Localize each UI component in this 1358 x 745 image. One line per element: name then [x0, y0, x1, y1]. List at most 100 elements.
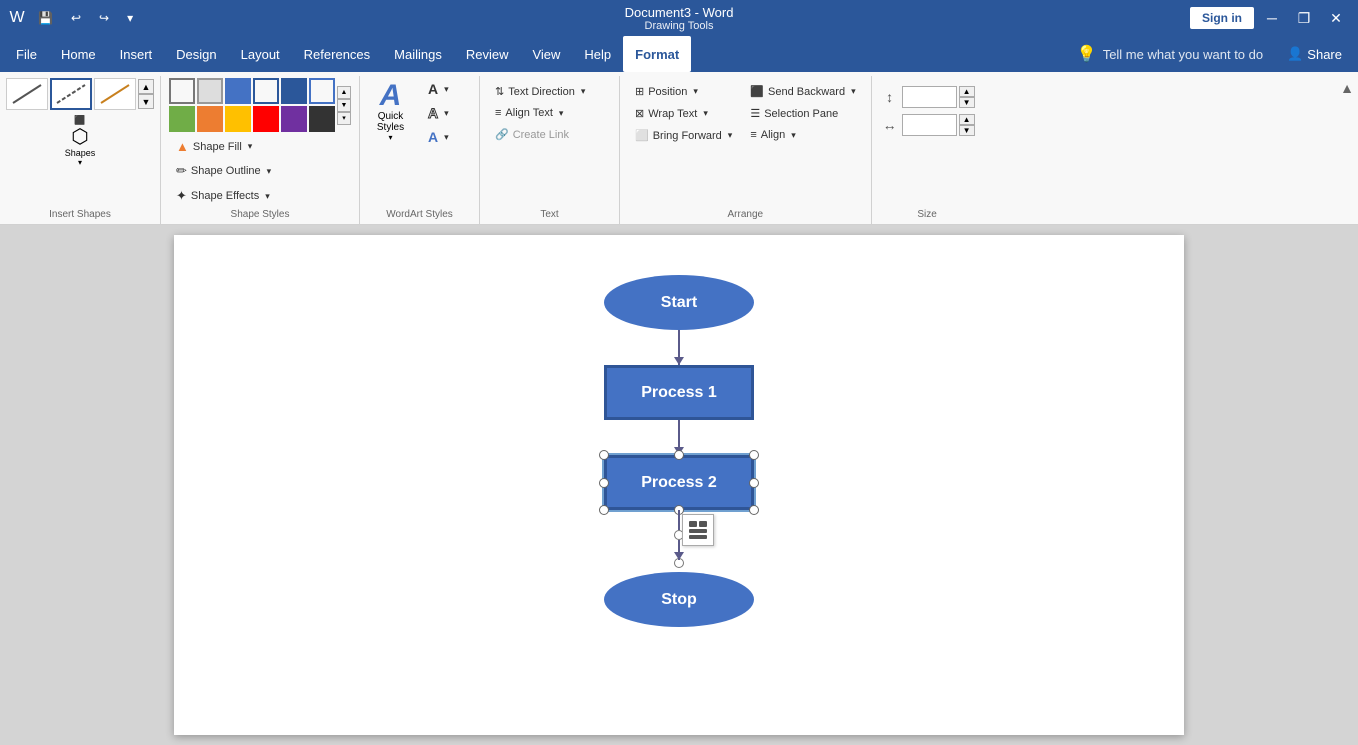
lightbulb-icon: 💡: [1077, 44, 1097, 64]
align-button[interactable]: ≡ Align ▾: [743, 126, 862, 144]
minimize-button[interactable]: ─: [1258, 4, 1286, 32]
styles-gallery-down[interactable]: ▼: [337, 99, 351, 112]
handle-br[interactable]: [749, 505, 759, 515]
height-up-button[interactable]: ▲: [959, 86, 975, 97]
selection-pane-label: Selection Pane: [764, 108, 838, 120]
shape-effects-button[interactable]: ✦ Shape Effects ▾: [169, 185, 278, 207]
shape-style-orange[interactable]: [197, 106, 223, 132]
menu-item-home[interactable]: Home: [49, 36, 108, 72]
selection-pane-button[interactable]: ☰ Selection Pane: [743, 104, 862, 123]
collapse-ribbon-area: ▲: [1336, 76, 1358, 224]
shape-fill-button[interactable]: ▲ Shape Fill ▾: [169, 136, 278, 157]
shape-style-green[interactable]: [169, 106, 195, 132]
sign-in-button[interactable]: Sign in: [1190, 7, 1254, 29]
height-down-button[interactable]: ▼: [959, 97, 975, 108]
text-outline-button[interactable]: A ▾: [421, 102, 456, 124]
styles-gallery-up[interactable]: ▲: [337, 86, 351, 99]
ribbon-group-wordart: A QuickStyles ▾ A ▾ A ▾: [360, 76, 480, 224]
bring-forward-arrow: ▾: [728, 130, 733, 141]
shape-style-diagonal-orange[interactable]: [94, 78, 136, 110]
text-direction-icon: ⇅: [495, 85, 504, 98]
shapes-button[interactable]: ⬛ ⬡ Shapes ▾: [58, 112, 103, 170]
collapse-ribbon-button[interactable]: ▲: [1340, 80, 1354, 96]
shape-style-black[interactable]: [309, 106, 335, 132]
text-fill-button[interactable]: A ▾: [421, 78, 456, 100]
menu-item-review[interactable]: Review: [454, 36, 521, 72]
text-direction-button[interactable]: ⇅ Text Direction ▾: [488, 82, 592, 101]
text-content: ⇅ Text Direction ▾ ≡ Align Text ▾ 🔗 Crea…: [488, 78, 611, 207]
wrap-text-button[interactable]: ⊠ Wrap Text ▾: [628, 104, 739, 123]
quick-styles-button[interactable]: A QuickStyles ▾: [368, 78, 413, 145]
shape-style-dark-blue[interactable]: [281, 78, 307, 104]
height-input[interactable]: 0.61": [902, 86, 957, 108]
handle-bl[interactable]: [599, 505, 609, 515]
menu-item-mailings[interactable]: Mailings: [382, 36, 454, 72]
stop-shape[interactable]: Stop: [604, 572, 754, 627]
tell-me-bar[interactable]: 💡 Tell me what you want to do: [1065, 36, 1275, 72]
text-effects-button[interactable]: A ▾: [421, 126, 456, 148]
quick-access-more-button[interactable]: ▾: [121, 9, 139, 27]
process2-shape[interactable]: Process 2: [604, 455, 754, 510]
send-backward-arrow: ▾: [851, 86, 856, 97]
undo-button[interactable]: ↩: [65, 9, 87, 27]
width-up-button[interactable]: ▲: [959, 114, 975, 125]
shape-outline-button[interactable]: ✏ Shape Outline ▾: [169, 160, 278, 182]
size-content: ↕ 0.61" ▲ ▼ ↔ 0.01" ▲ ▼: [880, 78, 975, 207]
wordart-content: A QuickStyles ▾ A ▾ A ▾: [368, 78, 471, 207]
position-button[interactable]: ⊞ Position ▾: [628, 82, 739, 101]
send-backward-button[interactable]: ⬛ Send Backward ▾: [743, 82, 862, 101]
redo-button[interactable]: ↪: [93, 9, 115, 27]
shape-style-blue[interactable]: [225, 78, 251, 104]
shape-style-diagonal-selected[interactable]: [50, 78, 92, 110]
menu-item-design[interactable]: Design: [164, 36, 228, 72]
shape-style-outline-blue2[interactable]: [309, 78, 335, 104]
shape-style-yellow[interactable]: [225, 106, 251, 132]
menu-item-layout[interactable]: Layout: [229, 36, 292, 72]
canvas-area[interactable]: Start Process 1 Process 2: [0, 225, 1358, 745]
close-button[interactable]: ✕: [1322, 4, 1350, 32]
create-link-button[interactable]: 🔗 Create Link: [488, 125, 576, 144]
quick-styles-arrow: ▾: [388, 133, 392, 142]
menu-item-format[interactable]: Format: [623, 36, 691, 72]
handle-tr[interactable]: [749, 450, 759, 460]
align-text-button[interactable]: ≡ Align Text ▾: [488, 104, 570, 122]
handle-mr[interactable]: [749, 478, 759, 488]
handle-ml[interactable]: [599, 478, 609, 488]
tell-me-text[interactable]: Tell me what you want to do: [1103, 47, 1263, 62]
start-shape[interactable]: Start: [604, 275, 754, 330]
text-direction-label: Text Direction: [508, 86, 575, 98]
menu-item-references[interactable]: References: [292, 36, 382, 72]
wrap-text-label: Wrap Text: [648, 108, 697, 120]
shape-style-gray[interactable]: [197, 78, 223, 104]
shape-style-purple[interactable]: [281, 106, 307, 132]
save-button[interactable]: 💾: [32, 9, 59, 27]
selection-pane-icon: ☰: [750, 107, 760, 120]
menu-item-insert[interactable]: Insert: [108, 36, 165, 72]
arrange-label: Arrange: [628, 207, 863, 220]
share-button[interactable]: 👤 Share: [1275, 36, 1354, 72]
width-down-button[interactable]: ▼: [959, 125, 975, 136]
bring-forward-button[interactable]: ⬜ Bring Forward ▾: [628, 126, 739, 145]
menu-bar: File Home Insert Design Layout Reference…: [0, 36, 1358, 72]
ribbon: ▲ ▼ ⬛ ⬡ Shapes ▾ Insert Shapes: [0, 72, 1358, 225]
restore-button[interactable]: ❐: [1290, 4, 1318, 32]
shape-style-outline-blue[interactable]: [253, 78, 279, 104]
menu-item-help[interactable]: Help: [572, 36, 623, 72]
process1-shape[interactable]: Process 1: [604, 365, 754, 420]
handle-tl[interactable]: [599, 450, 609, 460]
width-input[interactable]: 0.01": [902, 114, 957, 136]
gallery-scroll-up[interactable]: ▲: [138, 79, 154, 94]
layout-tooltip[interactable]: [682, 514, 714, 546]
menu-item-view[interactable]: View: [520, 36, 572, 72]
text-label: Text: [488, 207, 611, 220]
styles-gallery-expand[interactable]: ▾: [337, 112, 351, 125]
align-text-icon: ≡: [495, 107, 501, 119]
handle-tc[interactable]: [674, 450, 684, 460]
menu-item-file[interactable]: File: [4, 36, 49, 72]
shape-style-none[interactable]: [169, 78, 195, 104]
gallery-scroll-down[interactable]: ▼: [138, 94, 154, 109]
ribbon-group-text: ⇅ Text Direction ▾ ≡ Align Text ▾ 🔗 Crea…: [480, 76, 620, 224]
shape-style-red[interactable]: [253, 106, 279, 132]
shape-outline-label: Shape Outline: [191, 165, 261, 177]
shape-style-diagonal[interactable]: [6, 78, 48, 110]
